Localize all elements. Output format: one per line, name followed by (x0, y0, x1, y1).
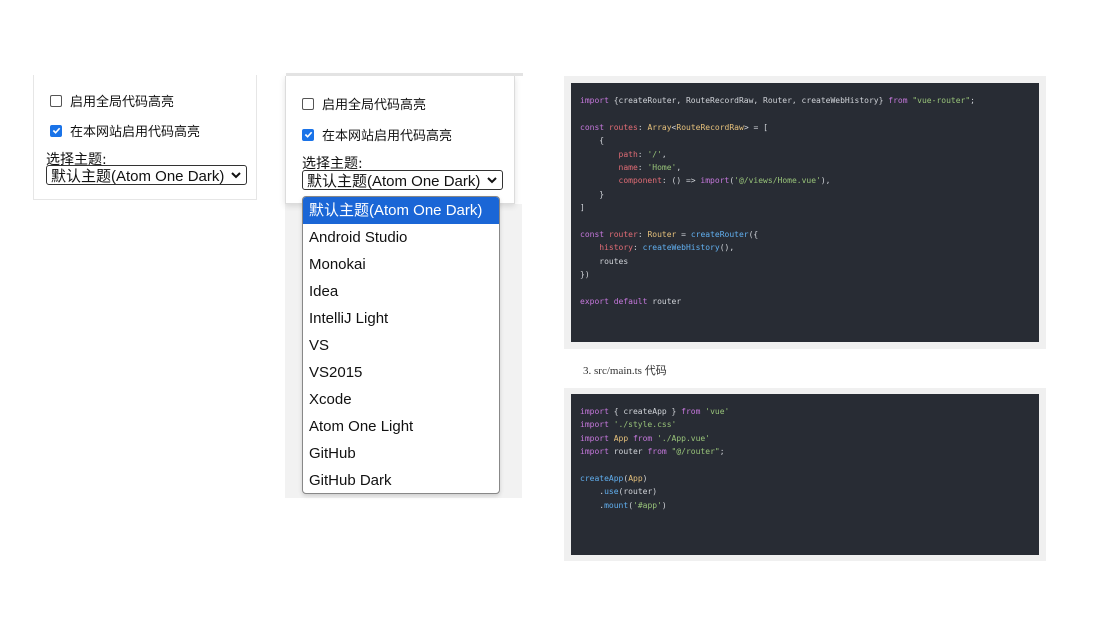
panel-top-bar (286, 73, 523, 76)
code-block-main: import { createApp } from 'vue' import '.… (564, 388, 1046, 561)
theme-dropdown-list[interactable]: 默认主题(Atom One Dark) Android Studio Monokai… (302, 196, 500, 494)
code-line: import router from "@/router"; (580, 447, 725, 457)
site-highlight-option[interactable]: 在本网站启用代码高亮 (50, 121, 200, 140)
code-line: import './style.css' (580, 420, 677, 430)
theme-option[interactable]: Xcode (303, 386, 499, 413)
theme-select-value: 默认主题(Atom One Dark) (51, 167, 225, 185)
theme-option[interactable]: VS2015 (303, 359, 499, 386)
theme-option[interactable]: IntelliJ Light (303, 305, 499, 332)
code-line: const router: Router = createRouter({ (580, 229, 759, 239)
code-line: .mount('#app') (580, 500, 667, 510)
global-highlight-option[interactable]: 启用全局代码高亮 (50, 91, 174, 110)
code-caption: 3. src/main.ts 代码 (583, 365, 667, 377)
theme-select[interactable]: 默认主题(Atom One Dark) (302, 170, 504, 190)
code-line: ] (580, 203, 585, 213)
code-line: } (580, 189, 605, 199)
code-line: import App from './App.vue' (580, 433, 711, 443)
theme-option[interactable]: 默认主题(Atom One Dark) (303, 197, 499, 224)
settings-panel-expanded: 启用全局代码高亮 在本网站启用代码高亮 选择主题: 默认主题(Atom One … (285, 73, 523, 204)
chevron-down-icon (231, 172, 242, 179)
code-line: export default router (580, 296, 682, 306)
code-line: path: '/', (618, 149, 667, 159)
site-highlight-label: 在本网站启用代码高亮 (322, 129, 453, 144)
chevron-down-icon (487, 177, 498, 184)
global-highlight-label: 启用全局代码高亮 (322, 98, 427, 113)
theme-option[interactable]: GitHub (303, 440, 499, 467)
settings-panel-collapsed: 启用全局代码高亮 在本网站启用代码高亮 选择主题: 默认主题(Atom One … (33, 75, 257, 200)
global-highlight-option[interactable]: 启用全局代码高亮 (302, 94, 426, 113)
code-line: import {createRouter, RouteRecordRaw, Ro… (580, 96, 975, 105)
site-highlight-label: 在本网站启用代码高亮 (70, 125, 201, 140)
code-line: createApp(App) (580, 473, 648, 483)
theme-option[interactable]: VS (303, 332, 499, 359)
site-highlight-option[interactable]: 在本网站启用代码高亮 (302, 125, 452, 144)
code-content: import {createRouter, RouteRecordRaw, Ro… (571, 83, 1039, 342)
theme-option[interactable]: Monokai (303, 251, 499, 278)
site-highlight-checkbox[interactable] (302, 128, 314, 141)
code-line: component: () => import('@/views/Home.vu… (618, 176, 831, 186)
code-line: .use(router) (580, 487, 658, 497)
theme-option[interactable]: Idea (303, 278, 499, 305)
theme-option[interactable]: Atom One Light (303, 413, 499, 440)
code-line: import { createApp } from 'vue' (580, 407, 730, 416)
global-highlight-checkbox[interactable] (50, 94, 62, 107)
code-content: import { createApp } from 'vue' import '.… (571, 394, 1039, 555)
code-line: name: 'Home', (618, 162, 682, 172)
code-line: history: createWebHistory(), (599, 243, 735, 253)
global-highlight-checkbox[interactable] (302, 97, 314, 110)
code-line: routes (580, 256, 629, 266)
theme-option[interactable]: Android Studio (303, 224, 499, 251)
theme-select-value: 默认主题(Atom One Dark) (307, 172, 481, 190)
code-line: }) (580, 270, 590, 280)
code-line: { (580, 136, 605, 146)
code-block-router: import {createRouter, RouteRecordRaw, Ro… (564, 76, 1046, 349)
theme-option[interactable]: GitHub Dark (303, 467, 499, 493)
global-highlight-label: 启用全局代码高亮 (70, 95, 175, 110)
site-highlight-checkbox[interactable] (50, 124, 62, 137)
theme-select[interactable]: 默认主题(Atom One Dark) (46, 165, 248, 185)
code-line: const routes: Array<RouteRecordRaw> = [ (580, 122, 768, 132)
